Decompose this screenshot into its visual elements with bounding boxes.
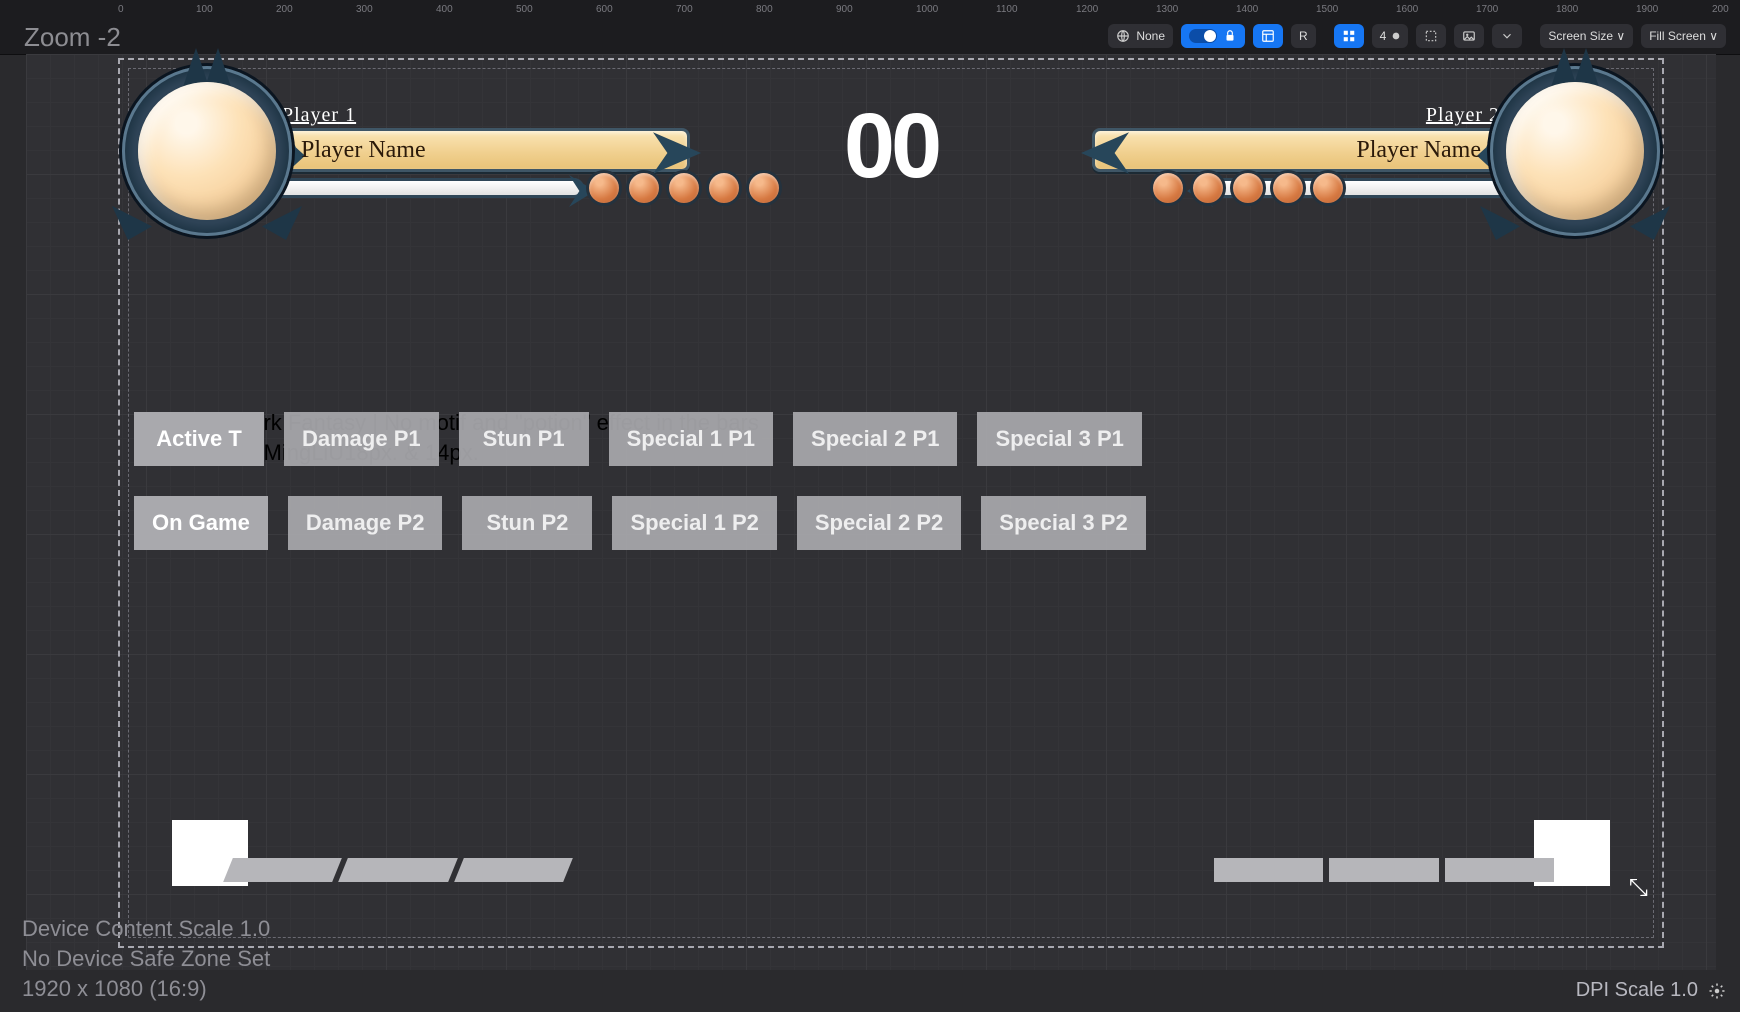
debug-special1-p1-button[interactable]: Special 1 P1 [609,412,773,466]
localize-button[interactable]: None [1108,24,1173,48]
match-timer: 00 [844,94,938,199]
combo-segment [223,858,348,882]
zoom-level-label: Zoom -2 [24,22,121,53]
debug-special1-p2-button[interactable]: Special 1 P2 [612,496,776,550]
chevron-down-icon [1500,29,1514,43]
localize-label: None [1136,29,1165,43]
debug-damage-p2-button[interactable]: Damage P2 [288,496,443,550]
player2-tag: Player 2 [1426,104,1500,127]
ruler-horizontal: 0 100 200 300 400 500 600 700 800 900 10… [0,2,1740,20]
player2-name: Player Name [1095,131,1515,169]
player2-orbs [1150,170,1346,206]
overflow-button[interactable] [1492,24,1522,48]
debug-stun-p1-button[interactable]: Stun P1 [459,412,589,466]
screen-size-dropdown[interactable]: Screen Size ∨ [1540,24,1633,48]
player2-block: Player 2 Player Name [1036,74,1656,244]
image-icon [1462,29,1476,43]
player2-portrait-frame [1490,66,1660,236]
resolution-label: 1920 x 1080 (16:9) [22,974,270,1004]
orb-icon [1150,170,1186,206]
player1-orbs [586,170,782,206]
globe-icon [1116,29,1130,43]
combo-segment [454,858,573,882]
gear-icon[interactable] [1708,982,1726,1000]
orb-icon [666,170,702,206]
orb-icon [1230,170,1266,206]
combo-bar [1214,858,1554,882]
grid-snap-value[interactable]: 4 [1372,24,1409,48]
combo-segment [1323,858,1438,882]
debug-damage-p1-button[interactable]: Damage P1 [284,412,439,466]
grid-icon [1342,29,1356,43]
debug-stun-p2-button[interactable]: Stun P2 [462,496,592,550]
wing-br-icon [262,206,302,240]
layout-icon [1261,29,1275,43]
player1-special-bar [264,178,584,198]
combo-bar [223,858,573,882]
dashrect-icon [1424,29,1438,43]
dpi-scale[interactable]: DPI Scale 1.0 [1576,979,1726,1002]
design-canvas[interactable]: 00 Player 1 Player Name [26,54,1716,970]
editor-toolbar: 0 100 200 300 400 500 600 700 800 900 10… [0,0,1740,55]
player1-name: Player Name [267,131,687,169]
debug-panel: Active T Damage P1 Stun P1 Special 1 P1 … [134,412,1146,580]
player1-portrait-frame [122,66,292,236]
grid-button[interactable] [1334,24,1364,48]
lock-toggle[interactable] [1181,24,1245,48]
safe-zone-label: No Device Safe Zone Set [22,944,270,974]
fill-screen-dropdown[interactable]: Fill Screen ∨ [1641,24,1726,48]
orb-icon [706,170,742,206]
orb-icon [586,170,622,206]
player2-health-bar: Player Name [1092,128,1518,172]
status-bar: Device Content Scale 1.0 No Device Safe … [22,914,270,1004]
combo-segment [338,858,463,882]
debug-special2-p1-button[interactable]: Special 2 P1 [793,412,957,466]
combo-segment [1214,858,1323,882]
player2-portrait [1506,82,1644,220]
debug-on-game-button[interactable]: On Game [134,496,268,550]
orb-icon [1190,170,1226,206]
debug-special2-p2-button[interactable]: Special 2 P2 [797,496,961,550]
player1-portrait [138,82,276,220]
dpi-scale-label: DPI Scale 1.0 [1576,979,1698,1002]
debug-row-2: On Game Damage P2 Stun P2 Special 1 P2 S… [134,496,1146,550]
wing-br-icon [1630,206,1670,240]
hud-top: 00 Player 1 Player Name [120,66,1662,246]
image-button[interactable] [1454,24,1484,48]
debug-special3-p2-button[interactable]: Special 3 P2 [981,496,1145,550]
orb-icon [626,170,662,206]
outline-button[interactable] [1416,24,1446,48]
orb-icon [1270,170,1306,206]
orb-icon [746,170,782,206]
player1-tag: Player 1 [282,104,356,127]
debug-special3-p1-button[interactable]: Special 3 P1 [977,412,1141,466]
layout-button[interactable] [1253,24,1283,48]
debug-row-1: Active T Damage P1 Stun P1 Special 1 P1 … [134,412,1146,466]
combo-meter-p1 [172,820,592,890]
resize-handle-icon[interactable]: ⤡ [1629,875,1648,902]
combo-meter-p2 [1190,820,1610,890]
respect-lock-button[interactable]: R [1291,24,1316,48]
orb-icon [1310,170,1346,206]
debug-active-timer-button[interactable]: Active T [134,412,264,466]
dot-icon [1392,32,1400,40]
lock-icon [1223,29,1237,43]
player1-health-bar: Player Name [264,128,690,172]
widget-root-frame: 00 Player 1 Player Name [118,58,1664,948]
combo-segment [1439,858,1554,882]
device-scale-label: Device Content Scale 1.0 [22,914,270,944]
player1-block: Player 1 Player Name [126,74,746,244]
